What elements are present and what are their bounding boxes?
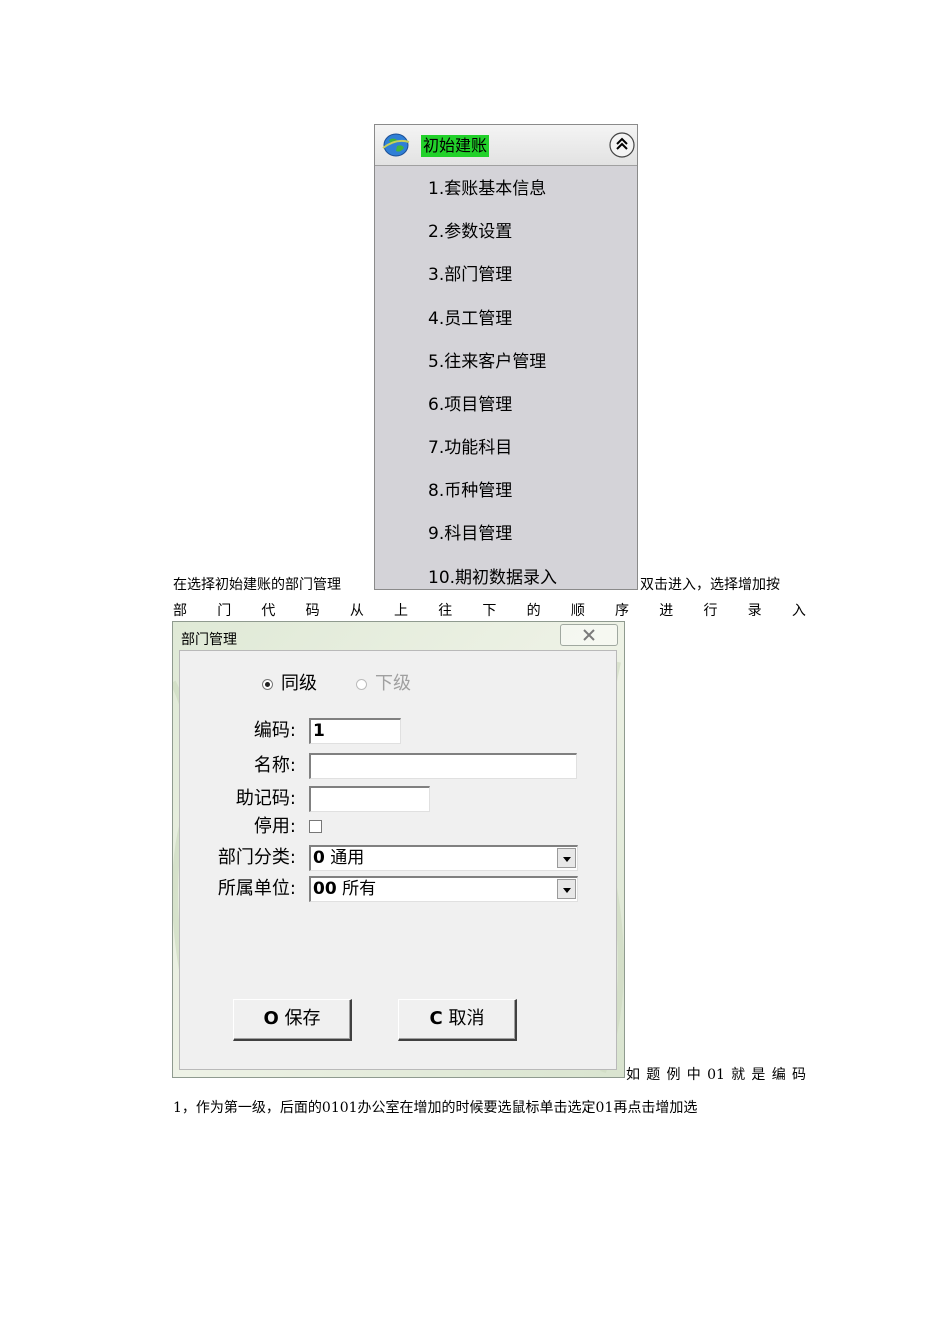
paragraph-line-1-end: 双击进入，选择增加按: [640, 577, 780, 593]
category-value: 0 通用: [313, 848, 365, 868]
text-char: 编: [771, 1067, 786, 1083]
dialog-body: 同级 下级 编码: 1 名称: 助记码: 停用: 部门分类: 0 通用 所属单位…: [179, 650, 617, 1070]
paragraph-line-2: 部 门 代 码 从 上 往 下 的 顺 序 进 行 录 入: [173, 601, 806, 621]
text-char: 行: [703, 603, 718, 619]
collapse-up-icon[interactable]: [609, 132, 635, 158]
radio-dot-selected: [262, 678, 273, 690]
unit-select[interactable]: 00 所有: [309, 876, 578, 902]
radio-same-level[interactable]: 同级: [262, 673, 317, 695]
menu-item-projects[interactable]: 6.项目管理: [428, 393, 512, 417]
radio-lower-level: 下级: [356, 673, 411, 695]
text-char: 码: [791, 1067, 806, 1083]
menu-item-employees[interactable]: 4.员工管理: [428, 307, 512, 331]
radio-same-label: 同级: [281, 673, 317, 694]
disabled-checkbox[interactable]: [309, 820, 322, 833]
text-char: 序: [615, 603, 630, 619]
menu-item-account-info[interactable]: 1.套账基本信息: [428, 177, 546, 201]
code-label: 编码:: [253, 720, 296, 741]
radio-lower-label: 下级: [375, 673, 411, 694]
category-label: 部门分类:: [217, 847, 296, 868]
text-char: 中: [686, 1067, 701, 1083]
mnemonic-label: 助记码:: [235, 788, 296, 809]
text-char: 部: [173, 603, 187, 619]
text-char: 就: [731, 1067, 746, 1083]
menu-item-clients[interactable]: 5.往来客户管理: [428, 350, 546, 374]
close-icon: [583, 629, 595, 641]
text-char: 录: [747, 603, 762, 619]
code-input[interactable]: 1: [309, 718, 401, 744]
text-char: 上: [394, 603, 409, 619]
menu-header[interactable]: 初始建账: [375, 125, 637, 166]
radio-dot: [356, 678, 367, 690]
cancel-button[interactable]: C 取消: [398, 999, 517, 1041]
menu-item-departments[interactable]: 3.部门管理: [428, 263, 512, 287]
text-char: 01: [707, 1067, 725, 1083]
paragraph-line-4: 1，作为第一级，后面的0101办公室在增加的时候要选鼠标单击选定01再点击增加选: [173, 1100, 698, 1116]
text-char: 如: [626, 1067, 640, 1083]
category-select[interactable]: 0 通用: [309, 845, 578, 871]
text-char: 进: [659, 603, 674, 619]
menu-item-subjects[interactable]: 9.科目管理: [428, 522, 512, 546]
text-char: 代: [261, 603, 276, 619]
paragraph-line-3: 如 题 例 中 01 就 是 编 码: [626, 1065, 806, 1085]
text-char: 题: [646, 1067, 661, 1083]
menu-item-parameters[interactable]: 2.参数设置: [428, 220, 512, 244]
text-char: 的: [526, 603, 541, 619]
text-char: 下: [482, 603, 497, 619]
department-dialog: 部门管理 同级 下级 编码: 1 名称: 助记码: 停用: 部门分类: 0 通用…: [172, 621, 625, 1078]
name-label: 名称:: [253, 755, 296, 776]
unit-value: 00 所有: [313, 879, 377, 899]
text-char: 往: [438, 603, 453, 619]
text-char: 门: [217, 603, 232, 619]
name-input[interactable]: [309, 753, 577, 779]
menu-item-currency[interactable]: 8.币种管理: [428, 479, 512, 503]
initial-setup-menu: 初始建账 1.套账基本信息 2.参数设置 3.部门管理 4.员工管理 5.往来客…: [374, 124, 638, 590]
text-char: 是: [751, 1067, 766, 1083]
text-char: 入: [791, 603, 806, 619]
save-button[interactable]: O 保存: [233, 999, 352, 1041]
globe-icon: [382, 133, 410, 157]
text-char: 顺: [570, 603, 585, 619]
dropdown-arrow-icon[interactable]: [557, 848, 576, 868]
text-char: 从: [349, 603, 364, 619]
paragraph-line-1-start: 在选择初始建账的部门管理: [173, 577, 341, 593]
unit-label: 所属单位:: [217, 878, 296, 899]
dialog-title: 部门管理: [181, 632, 237, 648]
mnemonic-input[interactable]: [309, 786, 430, 812]
dropdown-arrow-icon[interactable]: [557, 879, 576, 899]
disabled-label: 停用:: [253, 816, 296, 837]
text-char: 码: [305, 603, 320, 619]
text-char: 例: [666, 1067, 681, 1083]
menu-item-function-subjects[interactable]: 7.功能科目: [428, 436, 512, 460]
menu-title: 初始建账: [421, 135, 490, 157]
close-button[interactable]: [560, 624, 618, 646]
menu-item-opening-data[interactable]: 10.期初数据录入: [428, 566, 557, 590]
